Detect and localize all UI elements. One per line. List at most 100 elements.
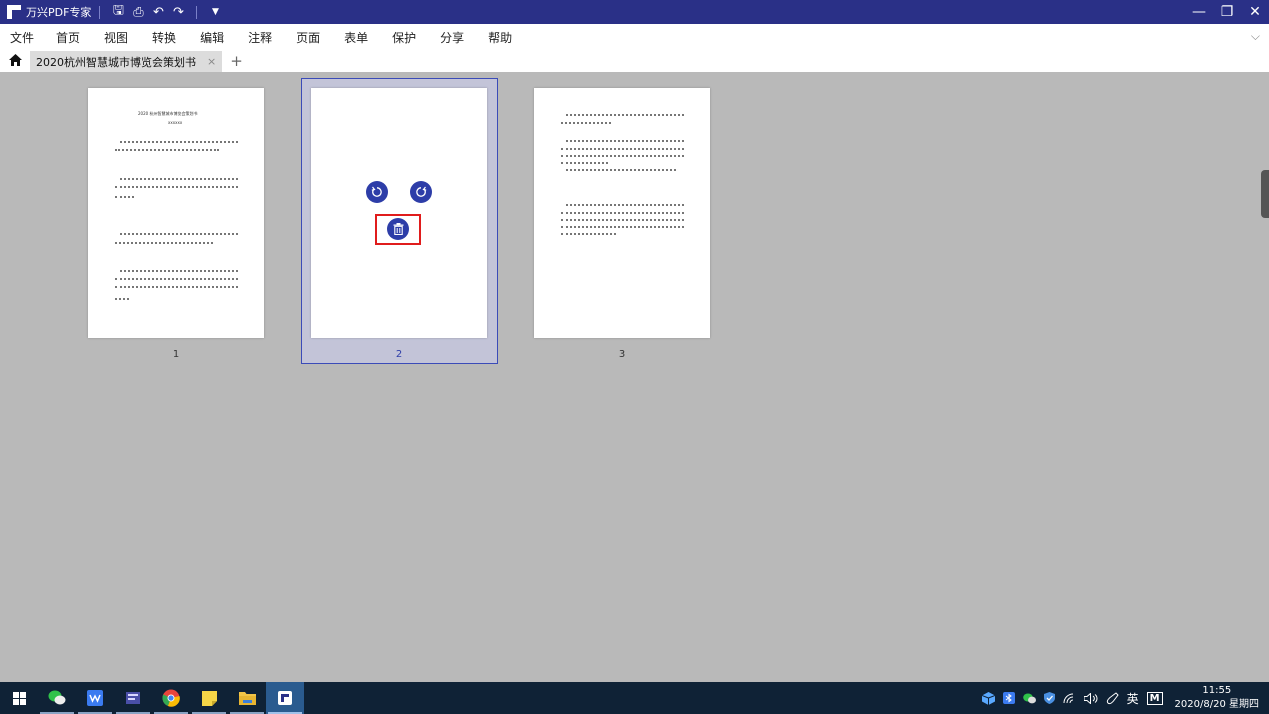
delete-page-button[interactable] — [387, 218, 409, 240]
text-line — [561, 212, 684, 214]
text-line — [115, 186, 238, 188]
taskbar-wechat[interactable] — [38, 682, 76, 714]
text-line — [115, 298, 129, 300]
document-tab-title: 2020杭州智慧城市博览会策划书 — [36, 55, 196, 69]
text-line — [120, 270, 238, 272]
text-line — [115, 278, 238, 280]
text-line — [561, 162, 608, 164]
tray-app-icon[interactable] — [981, 691, 995, 705]
text-line — [561, 226, 684, 228]
shield-icon[interactable] — [1043, 692, 1055, 704]
menu-share[interactable]: 分享 — [440, 29, 464, 46]
rotate-right-icon — [416, 186, 427, 197]
taskbar-file-explorer[interactable] — [228, 682, 266, 714]
text-line — [566, 169, 676, 171]
customize-toolbar-button[interactable]: ▼ — [205, 7, 225, 17]
input-language-indicator[interactable]: 英 — [1127, 690, 1139, 707]
page1-title-text: 2020 杭州智慧城市博览会策划书 — [138, 111, 198, 116]
app-logo-icon — [7, 5, 21, 19]
text-line — [561, 148, 684, 150]
menu-protect[interactable]: 保护 — [392, 29, 416, 46]
page-number-3: 3 — [618, 349, 626, 360]
save-button[interactable]: 🖫 — [108, 1, 128, 23]
undo-button[interactable]: ↶ — [148, 5, 168, 20]
taskbar: 英 M 11:55 2020/8/20 星期四 — [0, 682, 1269, 714]
text-line — [115, 286, 238, 288]
text-line — [561, 155, 684, 157]
divider — [99, 5, 101, 19]
taskbar-wondershare-pdf[interactable] — [266, 682, 304, 714]
rotate-left-button[interactable] — [366, 181, 388, 203]
clock-time: 11:55 — [1202, 685, 1232, 696]
page-number-2: 2 — [395, 349, 403, 360]
page-thumbnail-2[interactable] — [311, 88, 487, 338]
menu-edit[interactable]: 编辑 — [200, 29, 224, 46]
redo-button[interactable]: ↷ — [168, 5, 188, 20]
text-line — [561, 219, 684, 221]
wechat-icon — [48, 690, 66, 705]
clock-date: 2020/8/20 星期四 — [1174, 699, 1259, 710]
new-tab-button[interactable]: + — [230, 51, 243, 72]
start-button[interactable] — [0, 682, 38, 714]
restore-button[interactable]: ❐ — [1213, 4, 1241, 20]
side-panel-handle[interactable] — [1261, 170, 1269, 218]
taskbar-sticky-notes[interactable] — [190, 682, 228, 714]
page-thumbnail-3[interactable] — [534, 88, 710, 338]
text-line — [115, 196, 134, 198]
text-line — [115, 242, 213, 244]
windows-icon — [12, 691, 26, 705]
text-line — [120, 141, 238, 143]
menu-annotate[interactable]: 注释 — [248, 29, 272, 46]
folder-icon — [238, 692, 256, 705]
home-icon[interactable] — [0, 50, 30, 72]
pen-icon[interactable] — [1106, 691, 1119, 705]
document-tab[interactable]: 2020杭州智慧城市博览会策划书 × — [30, 51, 223, 72]
page-number-1: 1 — [172, 349, 180, 360]
minimize-button[interactable]: — — [1185, 4, 1213, 20]
trash-icon — [393, 223, 403, 235]
app-icon — [126, 692, 140, 704]
title-bar: 万兴PDF专家 🖫 ⎙ ↶ ↷ ▼ — ❐ ✕ — [0, 0, 1269, 24]
menu-file[interactable]: 文件 — [10, 29, 34, 46]
page-thumbnail-1[interactable]: 2020 杭州智慧城市博览会策划书 xxxxxx — [88, 88, 264, 338]
tab-bar: 2020杭州智慧城市博览会策划书 × + — [0, 50, 1269, 72]
page1-subtitle-text: xxxxxx — [168, 120, 183, 125]
menu-view[interactable]: 视图 — [104, 29, 128, 46]
volume-icon[interactable] — [1083, 692, 1098, 704]
print-button[interactable]: ⎙ — [128, 5, 148, 20]
divider — [196, 5, 198, 19]
pdf-expert-icon — [278, 691, 292, 705]
close-button[interactable]: ✕ — [1241, 4, 1269, 20]
wechat-tray-icon[interactable] — [1022, 693, 1036, 704]
taskbar-app[interactable] — [114, 682, 152, 714]
menu-page[interactable]: 页面 — [296, 29, 320, 46]
wifi-icon[interactable] — [1063, 693, 1076, 704]
close-tab-icon[interactable]: × — [207, 55, 216, 68]
chrome-icon — [162, 689, 180, 707]
clock[interactable]: 11:55 2020/8/20 星期四 — [1175, 684, 1259, 712]
bluetooth-icon[interactable] — [1002, 692, 1015, 704]
page-thumbnail-workspace: 2020 杭州智慧城市博览会策划书 xxxxxx 1 2 3 — [0, 72, 1269, 682]
rotate-left-icon — [371, 186, 382, 197]
taskbar-wps[interactable] — [76, 682, 114, 714]
text-line — [566, 204, 684, 206]
app-title: 万兴PDF专家 — [26, 6, 92, 19]
collapse-ribbon-chevron-icon[interactable]: ⌵ — [1251, 29, 1260, 44]
menu-home[interactable]: 首页 — [56, 29, 80, 46]
text-line — [561, 233, 616, 235]
rotate-right-button[interactable] — [410, 181, 432, 203]
wps-icon — [87, 690, 103, 706]
text-line — [115, 149, 219, 151]
text-line — [561, 122, 611, 124]
menu-convert[interactable]: 转换 — [152, 29, 176, 46]
menu-bar: 文件 首页 视图 转换 编辑 注释 页面 表单 保护 分享 帮助 ⌵ — [0, 24, 1269, 50]
text-line — [566, 140, 684, 142]
taskbar-chrome[interactable] — [152, 682, 190, 714]
system-tray: 英 M 11:55 2020/8/20 星期四 — [978, 682, 1269, 714]
menu-help[interactable]: 帮助 — [488, 29, 512, 46]
menu-form[interactable]: 表单 — [344, 29, 368, 46]
sticky-notes-icon — [201, 690, 217, 706]
input-mode-icon[interactable]: M — [1146, 691, 1163, 705]
text-line — [566, 114, 684, 116]
text-line — [120, 178, 238, 180]
